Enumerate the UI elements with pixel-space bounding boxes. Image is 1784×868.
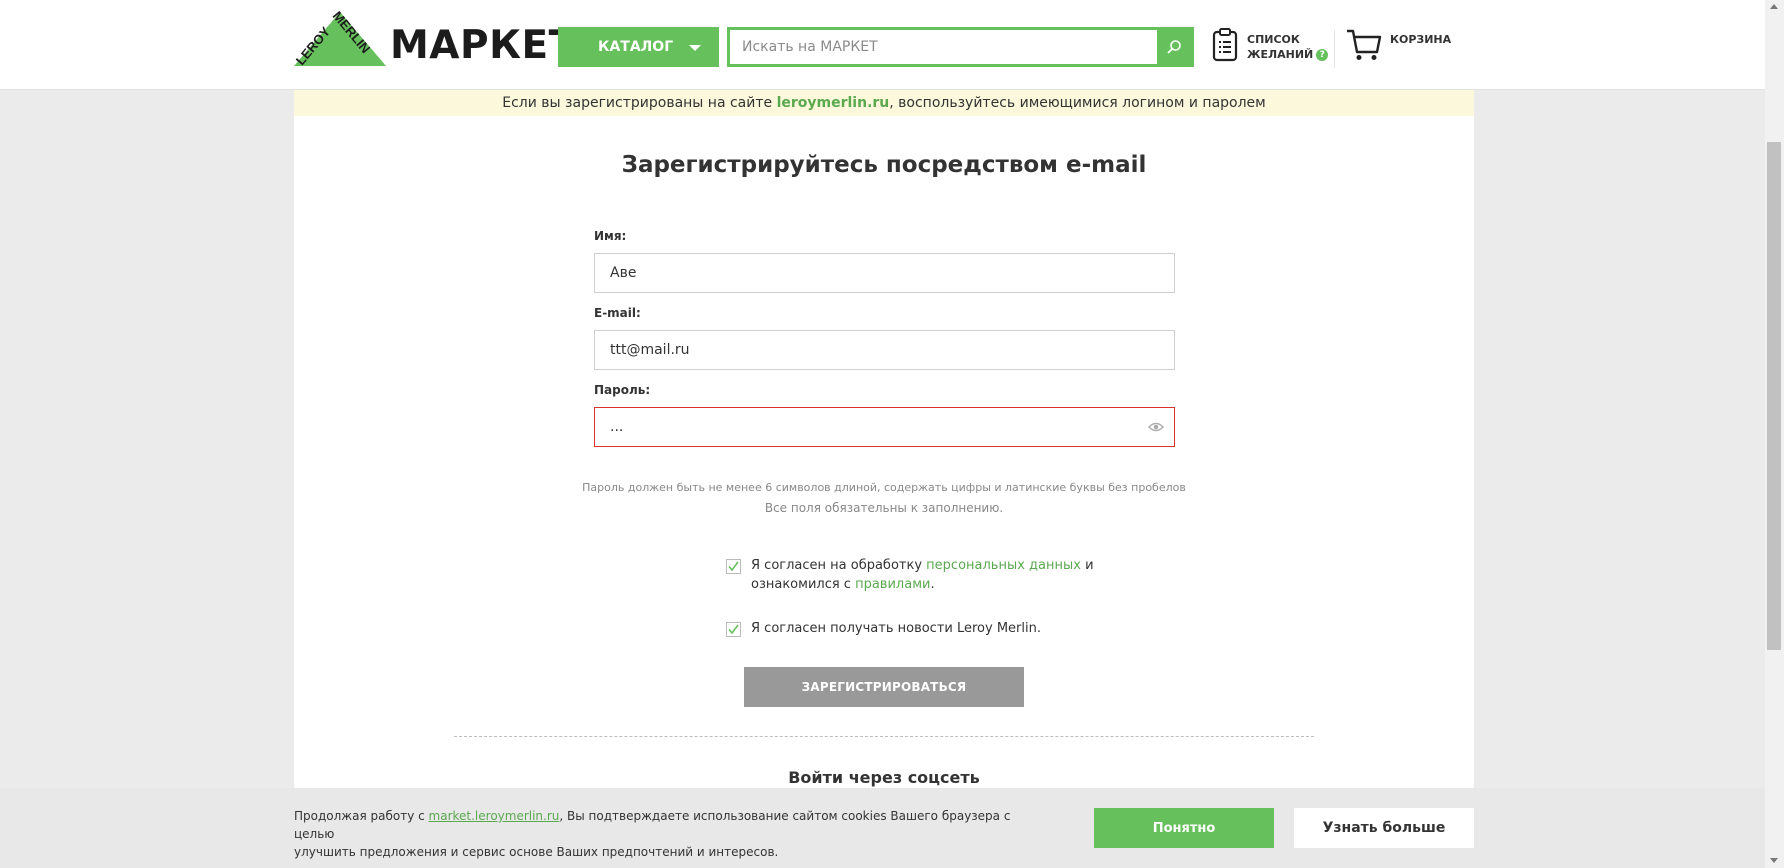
wishlist-line1: СПИСОК [1247, 33, 1300, 46]
email-label: E-mail: [594, 306, 641, 320]
rules-link[interactable]: правилами [855, 577, 930, 592]
social-login-title: Войти через соцсеть [788, 768, 980, 787]
cookie-learn-more-button[interactable]: Узнать больше [1294, 808, 1474, 848]
help-icon[interactable]: ? [1316, 49, 1329, 61]
consent-news-text: Я согласен получать новости Leroy Merlin… [751, 621, 1041, 636]
consent1-after: . [930, 577, 935, 592]
cookie-text-line2: улучшить предложения и сервис основе Ваш… [294, 845, 779, 859]
consent1-mid: и [1080, 558, 1094, 573]
register-button[interactable]: ЗАРЕГИСТРИРОВАТЬСЯ [744, 667, 1024, 707]
scroll-up-arrow-icon[interactable] [1770, 4, 1778, 9]
clipboard-list-icon [1212, 28, 1238, 62]
checkmark-icon [728, 561, 739, 572]
email-field[interactable] [595, 331, 1174, 369]
cookie-banner: Продолжая работу с market.leroymerlin.ru… [0, 788, 1765, 868]
consent1-before: Я согласен на обработку [751, 558, 927, 573]
password-field[interactable] [595, 408, 1174, 446]
consent-news-checkbox[interactable] [726, 622, 741, 637]
cookie-text-before: Продолжая работу с [294, 809, 429, 823]
wishlist-link[interactable]: СПИСОК ЖЕЛАНИЙ? [1212, 28, 1332, 68]
leroymerlin-link[interactable]: leroymerlin.ru [777, 95, 890, 111]
password-label: Пароль: [594, 383, 651, 397]
cart-link[interactable]: КОРЗИНА [1346, 28, 1456, 68]
consent1-line2: ознакомился с [751, 577, 856, 592]
cookie-accept-button[interactable]: Понятно [1094, 808, 1274, 848]
cart-label: КОРЗИНА [1390, 33, 1452, 46]
scroll-thumb[interactable] [1767, 142, 1781, 650]
checkmark-icon [728, 624, 739, 635]
consent-personal-data-text: Я согласен на обработку персональных дан… [751, 556, 1094, 594]
market-link[interactable]: market.leroymerlin.ru [429, 809, 560, 823]
eye-icon[interactable] [1148, 421, 1164, 433]
logo-wordmark[interactable]: МАРКЕТ [390, 26, 576, 65]
scroll-down-arrow-icon[interactable] [1770, 858, 1778, 863]
name-field-wrap [594, 253, 1175, 293]
notice-text-after: , воспользуйтесь имеющимися логином и па… [889, 95, 1266, 111]
name-label: Имя: [594, 229, 627, 243]
name-field[interactable] [595, 254, 1174, 292]
catalog-label: КАТАЛОГ [598, 39, 674, 55]
required-hint: Все поля обязательны к заполнению. [764, 501, 1004, 515]
cookie-text: Продолжая работу с market.leroymerlin.ru… [294, 807, 1034, 861]
search-input[interactable] [730, 30, 1160, 64]
search-button[interactable] [1157, 30, 1191, 64]
password-field-wrap [594, 407, 1175, 447]
leroy-merlin-logo[interactable]: LEROY MERLIN [292, 8, 388, 68]
header-divider [1334, 30, 1335, 68]
personal-data-link[interactable]: персональных данных [926, 558, 1081, 573]
registration-panel: Если вы зарегистрированы на сайте leroym… [294, 90, 1474, 790]
site-header: LEROY MERLIN МАРКЕТ КАТАЛОГ СПИСО [0, 0, 1765, 90]
search-icon [1167, 40, 1181, 54]
wishlist-line2: ЖЕЛАНИЙ [1247, 48, 1314, 61]
caret-down-icon [689, 45, 701, 51]
password-hint: Пароль должен быть не менее 6 символов д… [582, 481, 1186, 494]
email-field-wrap [594, 330, 1175, 370]
cart-icon [1347, 29, 1382, 60]
page-scrollbar[interactable] [1765, 0, 1784, 868]
consent-personal-data-checkbox[interactable] [726, 559, 741, 574]
wishlist-label: СПИСОК ЖЕЛАНИЙ? [1247, 32, 1329, 62]
registered-notice: Если вы зарегистрированы на сайте leroym… [294, 90, 1474, 116]
catalog-button[interactable]: КАТАЛОГ [558, 27, 719, 67]
page-title: Зарегистрируйтесь посредством e-mail [621, 152, 1147, 178]
notice-text-before: Если вы зарегистрированы на сайте [502, 95, 777, 111]
search-box [727, 27, 1194, 67]
divider [454, 736, 1314, 737]
